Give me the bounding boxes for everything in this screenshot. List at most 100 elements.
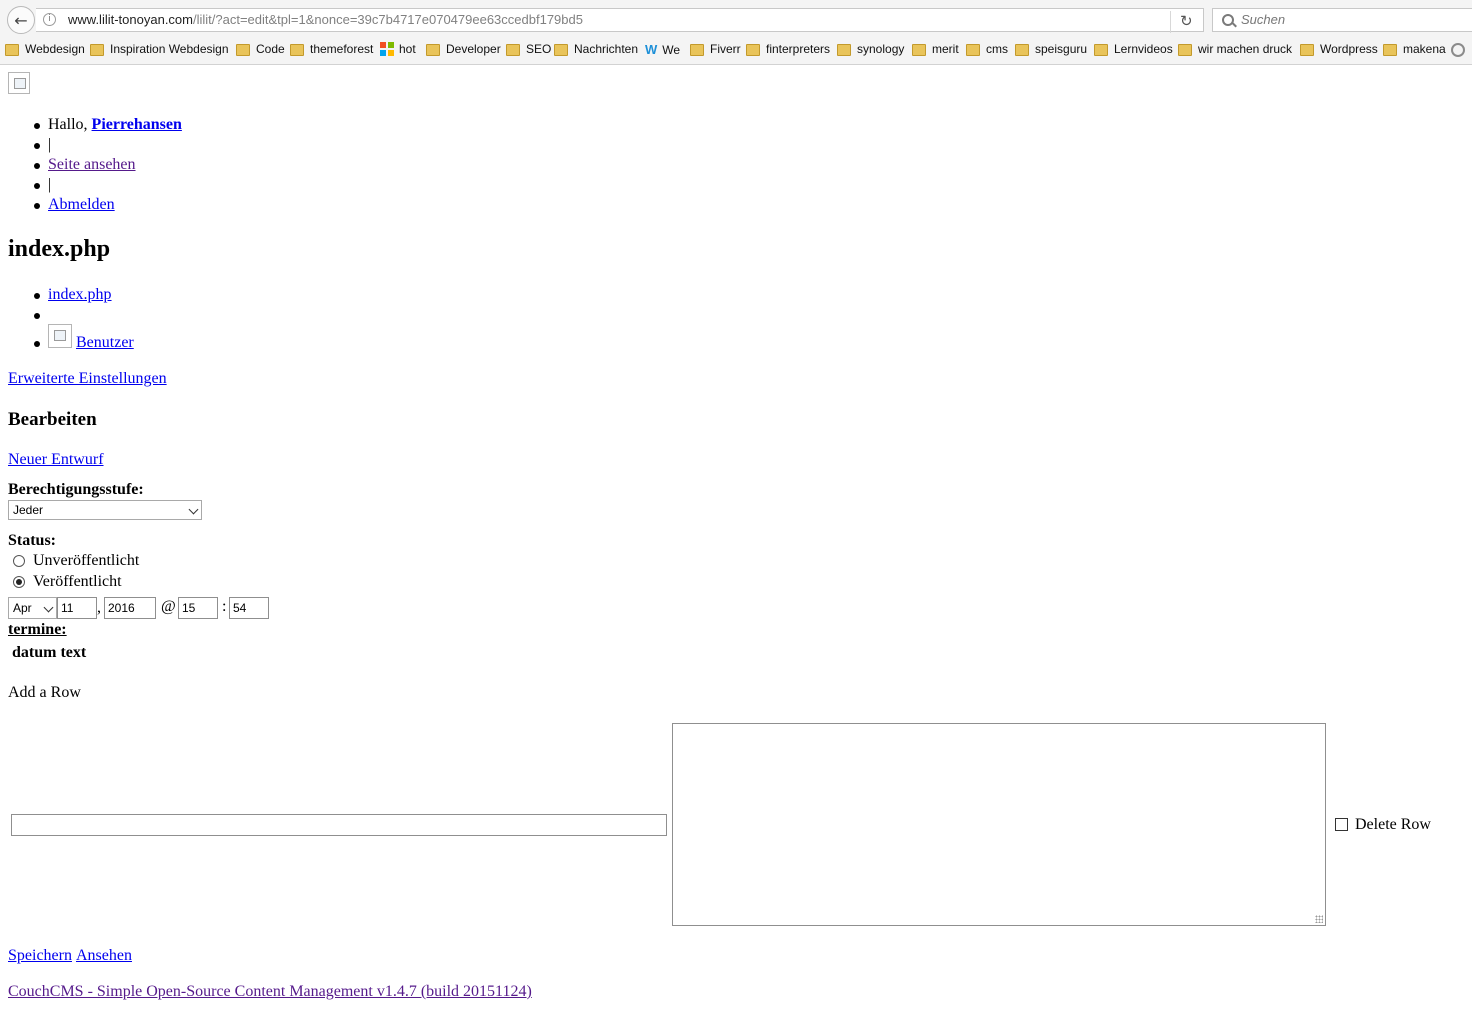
time-colon: :: [222, 598, 227, 615]
page-title: index.php: [8, 236, 111, 262]
url-bar[interactable]: i www.lilit-tonoyan.com/lilit/?act=edit&…: [36, 8, 1204, 32]
bookmark-lernvideos[interactable]: Lernvideos: [1094, 42, 1173, 56]
reload-icon[interactable]: ↻: [1180, 12, 1193, 30]
view-button[interactable]: Ansehen: [76, 947, 132, 965]
termine-label: termine:: [8, 621, 67, 638]
hour-input[interactable]: 15: [178, 597, 218, 619]
folder-icon: [966, 44, 980, 56]
date-comma: ,: [97, 599, 101, 616]
folder-icon: [5, 44, 19, 56]
microsoft-icon: [380, 42, 394, 56]
bookmark-speisguru[interactable]: speisguru: [1015, 42, 1087, 56]
subnav-index-link[interactable]: index.php: [48, 286, 112, 304]
month-select[interactable]: Apr: [8, 597, 57, 619]
bookmark-merit[interactable]: merit: [912, 42, 959, 56]
bookmark-finterpreters[interactable]: finterpreters: [746, 42, 830, 56]
row-datum-input[interactable]: [11, 814, 667, 836]
section-title: Bearbeiten: [8, 409, 97, 430]
list-bullet: [34, 293, 40, 299]
folder-icon: [690, 44, 704, 56]
folder-icon: [1300, 44, 1314, 56]
w-logo-icon: W: [645, 42, 658, 57]
folder-icon: [506, 44, 520, 56]
bookmark-wordpress[interactable]: Wordpress: [1300, 42, 1378, 56]
search-icon: [1222, 14, 1234, 26]
bookmark-themeforest[interactable]: themeforest: [290, 42, 373, 56]
bookmark-nachrichten[interactable]: Nachrichten: [554, 42, 638, 56]
bookmark-fiverr[interactable]: Fiverr: [690, 42, 741, 56]
view-site-link[interactable]: Seite ansehen: [48, 156, 136, 174]
list-bullet: [34, 143, 40, 149]
minute-input[interactable]: 54: [229, 597, 269, 619]
status-published-label: Veröffentlicht: [33, 573, 122, 590]
url-text: www.lilit-tonoyan.com/lilit/?act=edit&tp…: [68, 12, 583, 27]
browser-chrome: ← i www.lilit-tonoyan.com/lilit/?act=edi…: [0, 0, 1472, 65]
info-icon[interactable]: i: [43, 13, 56, 26]
status-unpublished-radio[interactable]: [13, 555, 25, 567]
chevron-down-icon: [43, 602, 54, 613]
username-link[interactable]: Pierrehansen: [92, 116, 182, 133]
folder-icon: [746, 44, 760, 56]
bookmark-synology[interactable]: synology: [837, 42, 904, 56]
add-row-button[interactable]: Add a Row: [8, 684, 81, 702]
folder-icon: [290, 44, 304, 56]
bookmark-makena[interactable]: makena: [1383, 42, 1446, 56]
list-bullet: [34, 341, 40, 347]
advanced-settings-link[interactable]: Erweiterte Einstellungen: [8, 370, 167, 388]
folder-icon: [1383, 44, 1397, 56]
search-placeholder: Suchen: [1241, 12, 1286, 27]
bookmark-inspiration-webdesign[interactable]: Inspiration Webdesign: [90, 42, 229, 56]
search-input[interactable]: Suchen: [1212, 8, 1472, 32]
resize-grip-icon[interactable]: [1315, 915, 1323, 923]
folder-icon: [426, 44, 440, 56]
day-input[interactable]: 11: [57, 597, 97, 619]
footer-couchcms-link[interactable]: CouchCMS - Simple Open-Source Content Ma…: [8, 983, 532, 1001]
date-at: @: [161, 598, 176, 615]
folder-icon: [1094, 44, 1108, 56]
globe-icon[interactable]: [1451, 43, 1465, 57]
folder-icon: [912, 44, 926, 56]
access-level-select[interactable]: Jeder: [8, 500, 202, 520]
list-bullet: [34, 163, 40, 169]
bookmark-we[interactable]: W We: [645, 42, 680, 57]
row-text-textarea[interactable]: [672, 723, 1326, 926]
bookmark-hot[interactable]: hot: [380, 42, 416, 56]
folder-icon: [554, 44, 568, 56]
navigation-bar: ← i www.lilit-tonoyan.com/lilit/?act=edi…: [0, 4, 1472, 36]
url-separator: [1170, 11, 1171, 33]
new-draft-link[interactable]: Neuer Entwurf: [8, 451, 104, 469]
subnav-benutzer-link[interactable]: Benutzer: [76, 334, 134, 352]
broken-image-icon: [48, 324, 72, 348]
status-published-radio[interactable]: [13, 576, 25, 588]
delete-row-label: Delete Row: [1355, 816, 1431, 833]
folder-icon: [90, 44, 104, 56]
delete-row-checkbox[interactable]: [1335, 818, 1348, 831]
bookmark-seo[interactable]: SEO: [506, 42, 551, 56]
bookmark-developer[interactable]: Developer: [426, 42, 501, 56]
arrow-left-icon: ←: [14, 10, 28, 30]
year-input[interactable]: 2016: [104, 597, 156, 619]
termine-column-header: datum text: [12, 644, 86, 662]
bookmark-code[interactable]: Code: [236, 42, 285, 56]
list-bullet: [34, 203, 40, 209]
bookmark-wir-machen-druck[interactable]: wir machen druck: [1178, 42, 1292, 56]
back-button[interactable]: ←: [7, 6, 35, 34]
column-header-text: text: [60, 644, 87, 661]
folder-icon: [1178, 44, 1192, 56]
list-bullet: [34, 313, 40, 319]
bookmark-webdesign[interactable]: Webdesign: [5, 42, 85, 56]
folder-icon: [837, 44, 851, 56]
save-button[interactable]: Speichern: [8, 947, 72, 965]
status-label: Status:: [8, 532, 57, 549]
nav-separator: |: [48, 136, 52, 153]
folder-icon: [236, 44, 250, 56]
logout-link[interactable]: Abmelden: [48, 196, 115, 214]
subnav-empty-link[interactable]: [48, 306, 52, 322]
user-greeting: Hallo, Pierrehansen: [48, 116, 182, 133]
bookmark-cms[interactable]: cms: [966, 42, 1008, 56]
folder-icon: [1015, 44, 1029, 56]
list-bullet: [34, 183, 40, 189]
access-level-label: Berechtigungsstufe:: [8, 481, 144, 498]
status-unpublished-label: Unveröffentlicht: [33, 552, 140, 569]
chevron-down-icon: [188, 504, 199, 515]
